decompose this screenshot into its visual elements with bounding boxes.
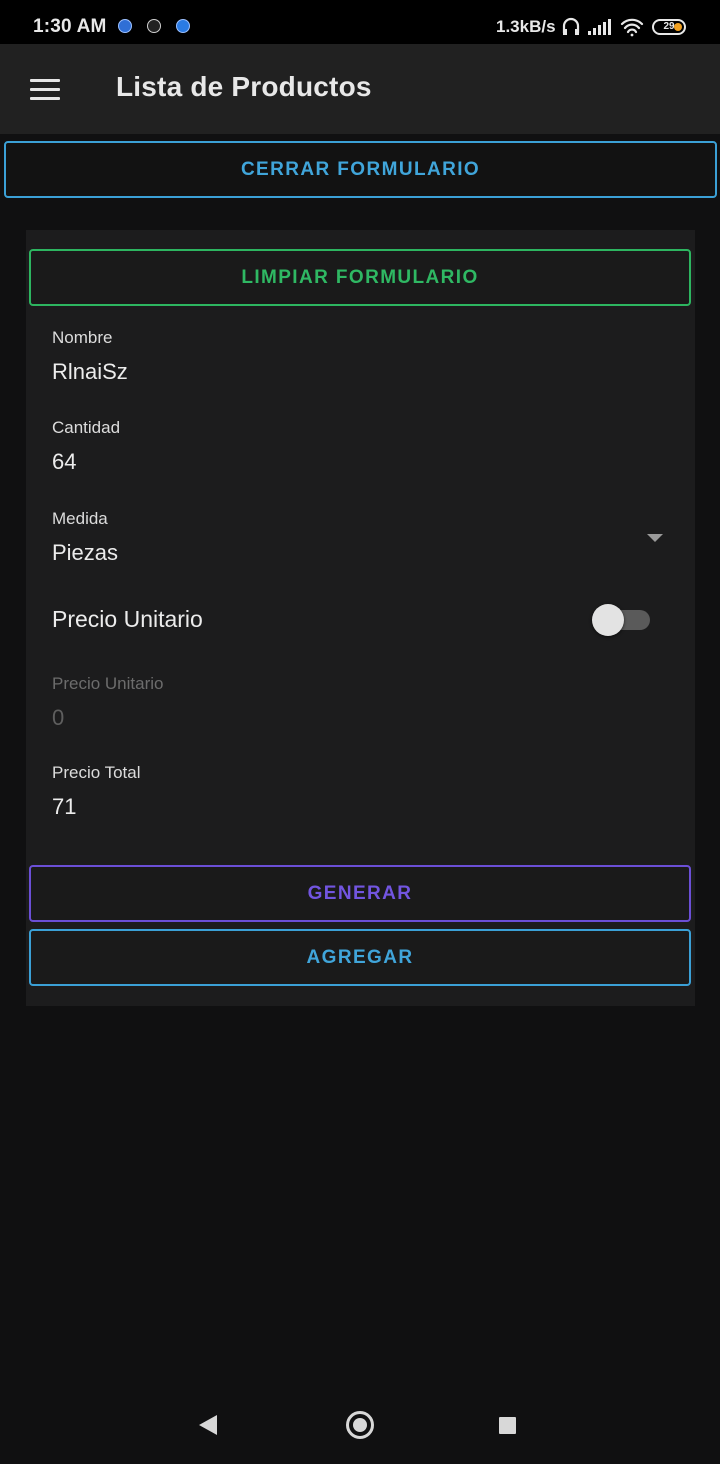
notification-app-icon — [176, 19, 190, 33]
battery-icon: 29 — [652, 19, 686, 35]
network-speed: 1.3kB/s — [496, 17, 556, 36]
status-time: 1:30 AM — [33, 16, 107, 37]
close-form-button[interactable]: CERRAR FORMULARIO — [4, 141, 717, 198]
generate-button[interactable]: GENERAR — [29, 865, 691, 922]
precio-unitario-input: 0 — [52, 705, 65, 730]
precio-unitario-toggle-label: Precio Unitario — [52, 606, 203, 632]
nombre-label: Nombre — [52, 328, 113, 347]
precio-unitario-toggle-thumb[interactable] — [592, 604, 624, 636]
product-form-card: LIMPIAR FORMULARIO Nombre RlnaiSz Cantid… — [26, 230, 695, 1006]
add-button[interactable]: AGREGAR — [29, 929, 691, 986]
status-icons — [562, 17, 644, 37]
notification-app-icon — [147, 19, 161, 33]
status-bar: 1:30 AM 1.3kB/s 29 — [0, 0, 720, 44]
precio-total-input[interactable]: 71 — [52, 794, 76, 820]
system-nav-bar — [0, 1386, 720, 1464]
nombre-input[interactable]: RlnaiSz — [52, 359, 128, 385]
charging-dot — [674, 23, 682, 31]
back-icon[interactable] — [199, 1415, 217, 1435]
cantidad-label: Cantidad — [52, 418, 121, 437]
headphones-icon — [562, 17, 580, 35]
dropdown-arrow-icon[interactable] — [647, 534, 663, 542]
hamburger-menu-icon[interactable] — [30, 79, 60, 101]
battery-level: 29 — [663, 21, 675, 32]
page-title: Lista de Productos — [116, 71, 372, 102]
app-bar: Lista de Productos — [0, 44, 720, 134]
clear-form-button[interactable]: LIMPIAR FORMULARIO — [29, 249, 691, 306]
precio-unitario-label: Precio Unitario — [52, 674, 164, 693]
precio-total-label: Precio Total — [52, 763, 141, 782]
cantidad-input[interactable]: 64 — [52, 449, 76, 475]
medida-selected-value[interactable]: Piezas — [52, 540, 118, 566]
wifi-icon — [620, 18, 644, 37]
recents-icon[interactable] — [499, 1417, 516, 1434]
medida-label: Medida — [52, 509, 108, 528]
signal-icon — [588, 19, 611, 35]
home-icon[interactable] — [346, 1411, 374, 1439]
notification-app-icon — [118, 19, 132, 33]
